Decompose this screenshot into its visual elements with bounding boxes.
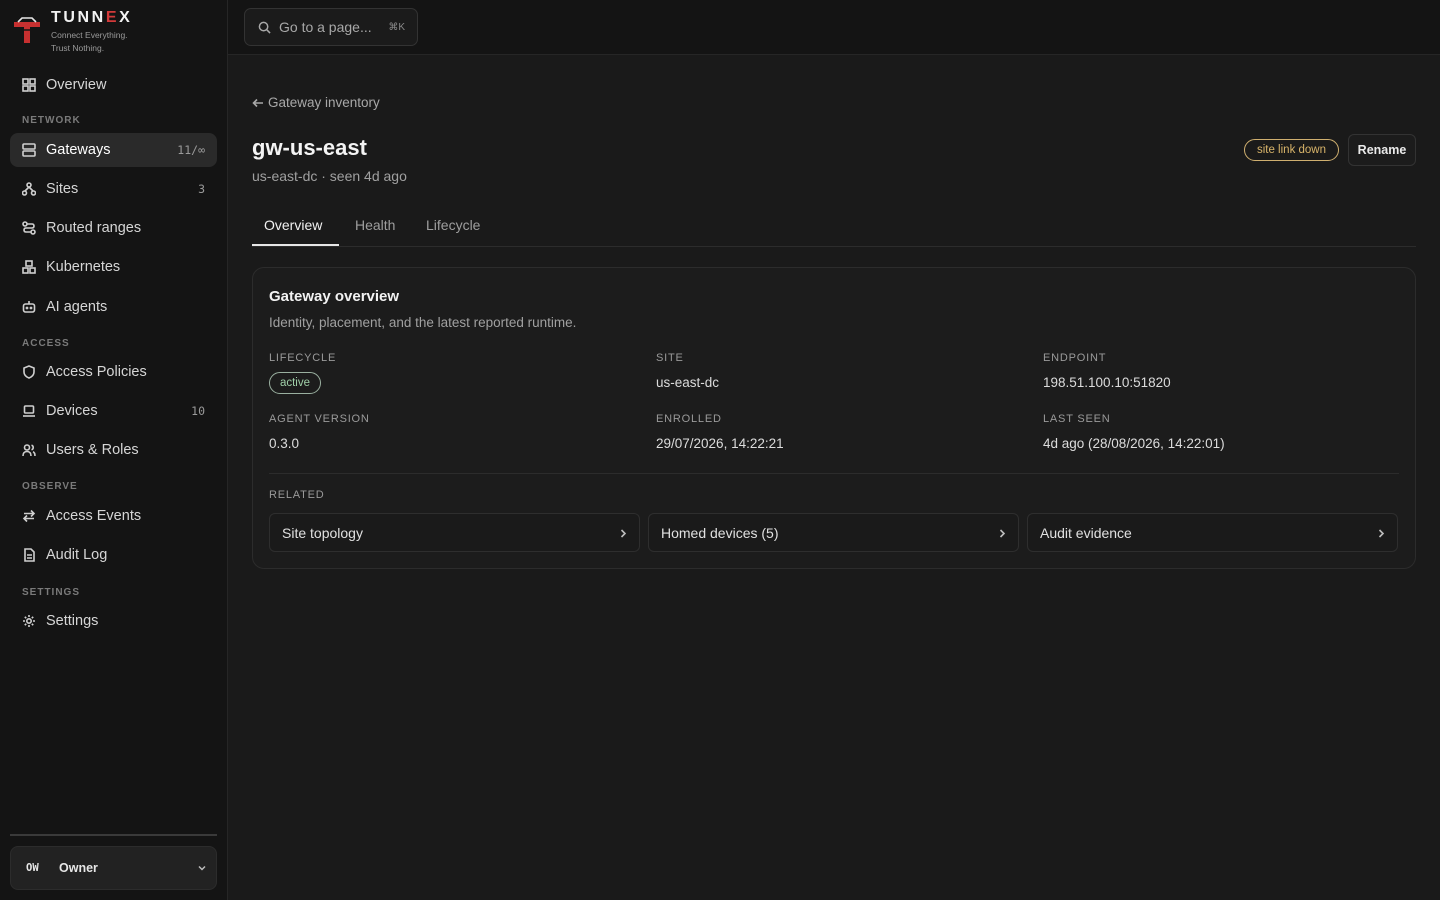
devices-count: 10 <box>191 404 205 418</box>
sidebar: TUNNEX Connect Everything. Trust Nothing… <box>0 0 228 900</box>
sidebar-item-label: Users & Roles <box>46 442 139 458</box>
topbar: Go to a page... ⌘K <box>228 0 1440 55</box>
brand-logo-icon <box>14 17 40 43</box>
tab-lifecycle[interactable]: Lifecycle <box>426 217 480 233</box>
sidebar-item-overview[interactable]: Overview <box>10 68 217 102</box>
card-title: Gateway overview <box>269 288 400 305</box>
sidebar-item-label: Gateways <box>46 142 111 158</box>
sidebar-item-kubernetes[interactable]: Kubernetes <box>10 250 217 284</box>
rename-button[interactable]: Rename <box>1348 134 1416 166</box>
search-icon <box>258 21 271 34</box>
card-divider <box>269 473 1399 474</box>
related-button-label: Homed devices (5) <box>661 524 779 541</box>
sidebar-item-gateways[interactable]: Gateways 11/∞ <box>10 133 217 167</box>
arrow-left-icon <box>252 98 263 107</box>
sidebar-item-label: Kubernetes <box>46 259 121 275</box>
related-homed-devices-button[interactable]: Homed devices (5) <box>648 513 1019 552</box>
lifecycle-badge: active <box>269 372 321 394</box>
laptop-icon <box>22 404 36 418</box>
active-tab-indicator <box>252 244 339 246</box>
shield-icon <box>22 365 36 379</box>
sidebar-item-access-events[interactable]: Access Events <box>10 499 217 533</box>
grid-icon <box>22 78 36 92</box>
site-value: us-east-dc <box>656 375 720 390</box>
enrolled-label: ENROLLED <box>656 413 722 425</box>
related-button-label: Audit evidence <box>1040 524 1132 541</box>
status-badge: site link down <box>1244 139 1339 161</box>
site-label: SITE <box>656 352 684 364</box>
enrolled-value: 29/07/2026, 14:22:21 <box>656 436 784 451</box>
sidebar-item-routed-ranges[interactable]: Routed ranges <box>10 211 217 245</box>
chevron-right-icon <box>999 529 1006 538</box>
related-site-topology-button[interactable]: Site topology <box>269 513 640 552</box>
brand-name: TUNNEX <box>51 9 133 26</box>
agent-version-label: AGENT VERSION <box>269 413 370 425</box>
avatar: OW <box>26 862 39 874</box>
sidebar-item-label: Audit Log <box>46 547 108 563</box>
route-icon <box>22 221 36 235</box>
agent-version-value: 0.3.0 <box>269 436 300 451</box>
sidebar-item-access-policies[interactable]: Access Policies <box>10 355 217 389</box>
sidebar-item-label: AI agents <box>46 299 108 315</box>
sites-count: 3 <box>198 182 205 196</box>
section-network: NETWORK <box>22 115 81 126</box>
bot-icon <box>22 300 36 314</box>
arrows-exchange-icon <box>22 509 36 523</box>
tab-overview[interactable]: Overview <box>264 217 322 233</box>
related-button-label: Site topology <box>282 524 363 541</box>
back-link[interactable]: Gateway inventory <box>252 95 380 110</box>
card-description: Identity, placement, and the latest repo… <box>269 315 577 330</box>
tab-health[interactable]: Health <box>355 217 395 233</box>
gateway-count: 11/∞ <box>177 143 205 157</box>
gear-icon <box>22 614 36 628</box>
last-seen-value: 4d ago (28/08/2026, 14:22:01) <box>1043 436 1225 451</box>
lifecycle-label: LIFECYCLE <box>269 352 337 364</box>
brand[interactable]: TUNNEX Connect Everything. Trust Nothing… <box>12 8 212 56</box>
sidebar-item-label: Routed ranges <box>46 220 142 236</box>
boxes-icon <box>22 260 36 274</box>
chevron-right-icon <box>1378 529 1385 538</box>
sidebar-item-devices[interactable]: Devices 10 <box>10 394 217 428</box>
sidebar-item-users-roles[interactable]: Users & Roles <box>10 433 217 467</box>
sidebar-item-audit-log[interactable]: Audit Log <box>10 538 217 572</box>
sidebar-item-label: Settings <box>46 613 99 629</box>
account-switcher[interactable]: OW Owner <box>10 846 217 890</box>
search-shortcut: ⌘K <box>388 21 405 33</box>
search-input[interactable]: Go to a page... <box>279 19 372 35</box>
users-icon <box>22 443 36 457</box>
gateway-overview-card: Gateway overview Identity, placement, an… <box>252 267 1416 569</box>
sidebar-item-ai-agents[interactable]: AI agents <box>10 290 217 324</box>
section-settings: SETTINGS <box>22 587 81 598</box>
sidebar-item-label: Access Events <box>46 508 142 524</box>
related-label: RELATED <box>269 489 325 501</box>
last-seen-label: LAST SEEN <box>1043 413 1111 425</box>
endpoint-label: ENDPOINT <box>1043 352 1107 364</box>
chevron-right-icon <box>620 529 627 538</box>
network-icon <box>22 182 36 196</box>
sidebar-item-sites[interactable]: Sites 3 <box>10 172 217 206</box>
account-name: Owner <box>59 861 98 875</box>
chevron-down-icon <box>198 865 206 871</box>
back-link-label: Gateway inventory <box>268 95 380 110</box>
section-observe: OBSERVE <box>22 481 78 492</box>
sidebar-item-label: Overview <box>46 77 107 93</box>
brand-tagline: Connect Everything. Trust Nothing. <box>51 30 128 53</box>
sidebar-item-label: Access Policies <box>46 364 147 380</box>
tab-bar: Overview Health Lifecycle <box>252 205 1416 247</box>
server-icon <box>22 143 36 157</box>
sidebar-item-settings[interactable]: Settings <box>10 604 217 638</box>
related-audit-evidence-button[interactable]: Audit evidence <box>1027 513 1398 552</box>
section-access: ACCESS <box>22 338 70 349</box>
sidebar-divider <box>10 834 217 836</box>
command-search[interactable]: Go to a page... ⌘K <box>244 8 418 46</box>
file-text-icon <box>22 548 36 562</box>
page-subtitle: us-east-dc · seen 4d ago <box>252 168 407 184</box>
sidebar-item-label: Sites <box>46 181 79 197</box>
page-title: gw-us-east <box>252 135 367 160</box>
endpoint-value: 198.51.100.10:51820 <box>1043 375 1171 390</box>
sidebar-item-label: Devices <box>46 403 98 419</box>
